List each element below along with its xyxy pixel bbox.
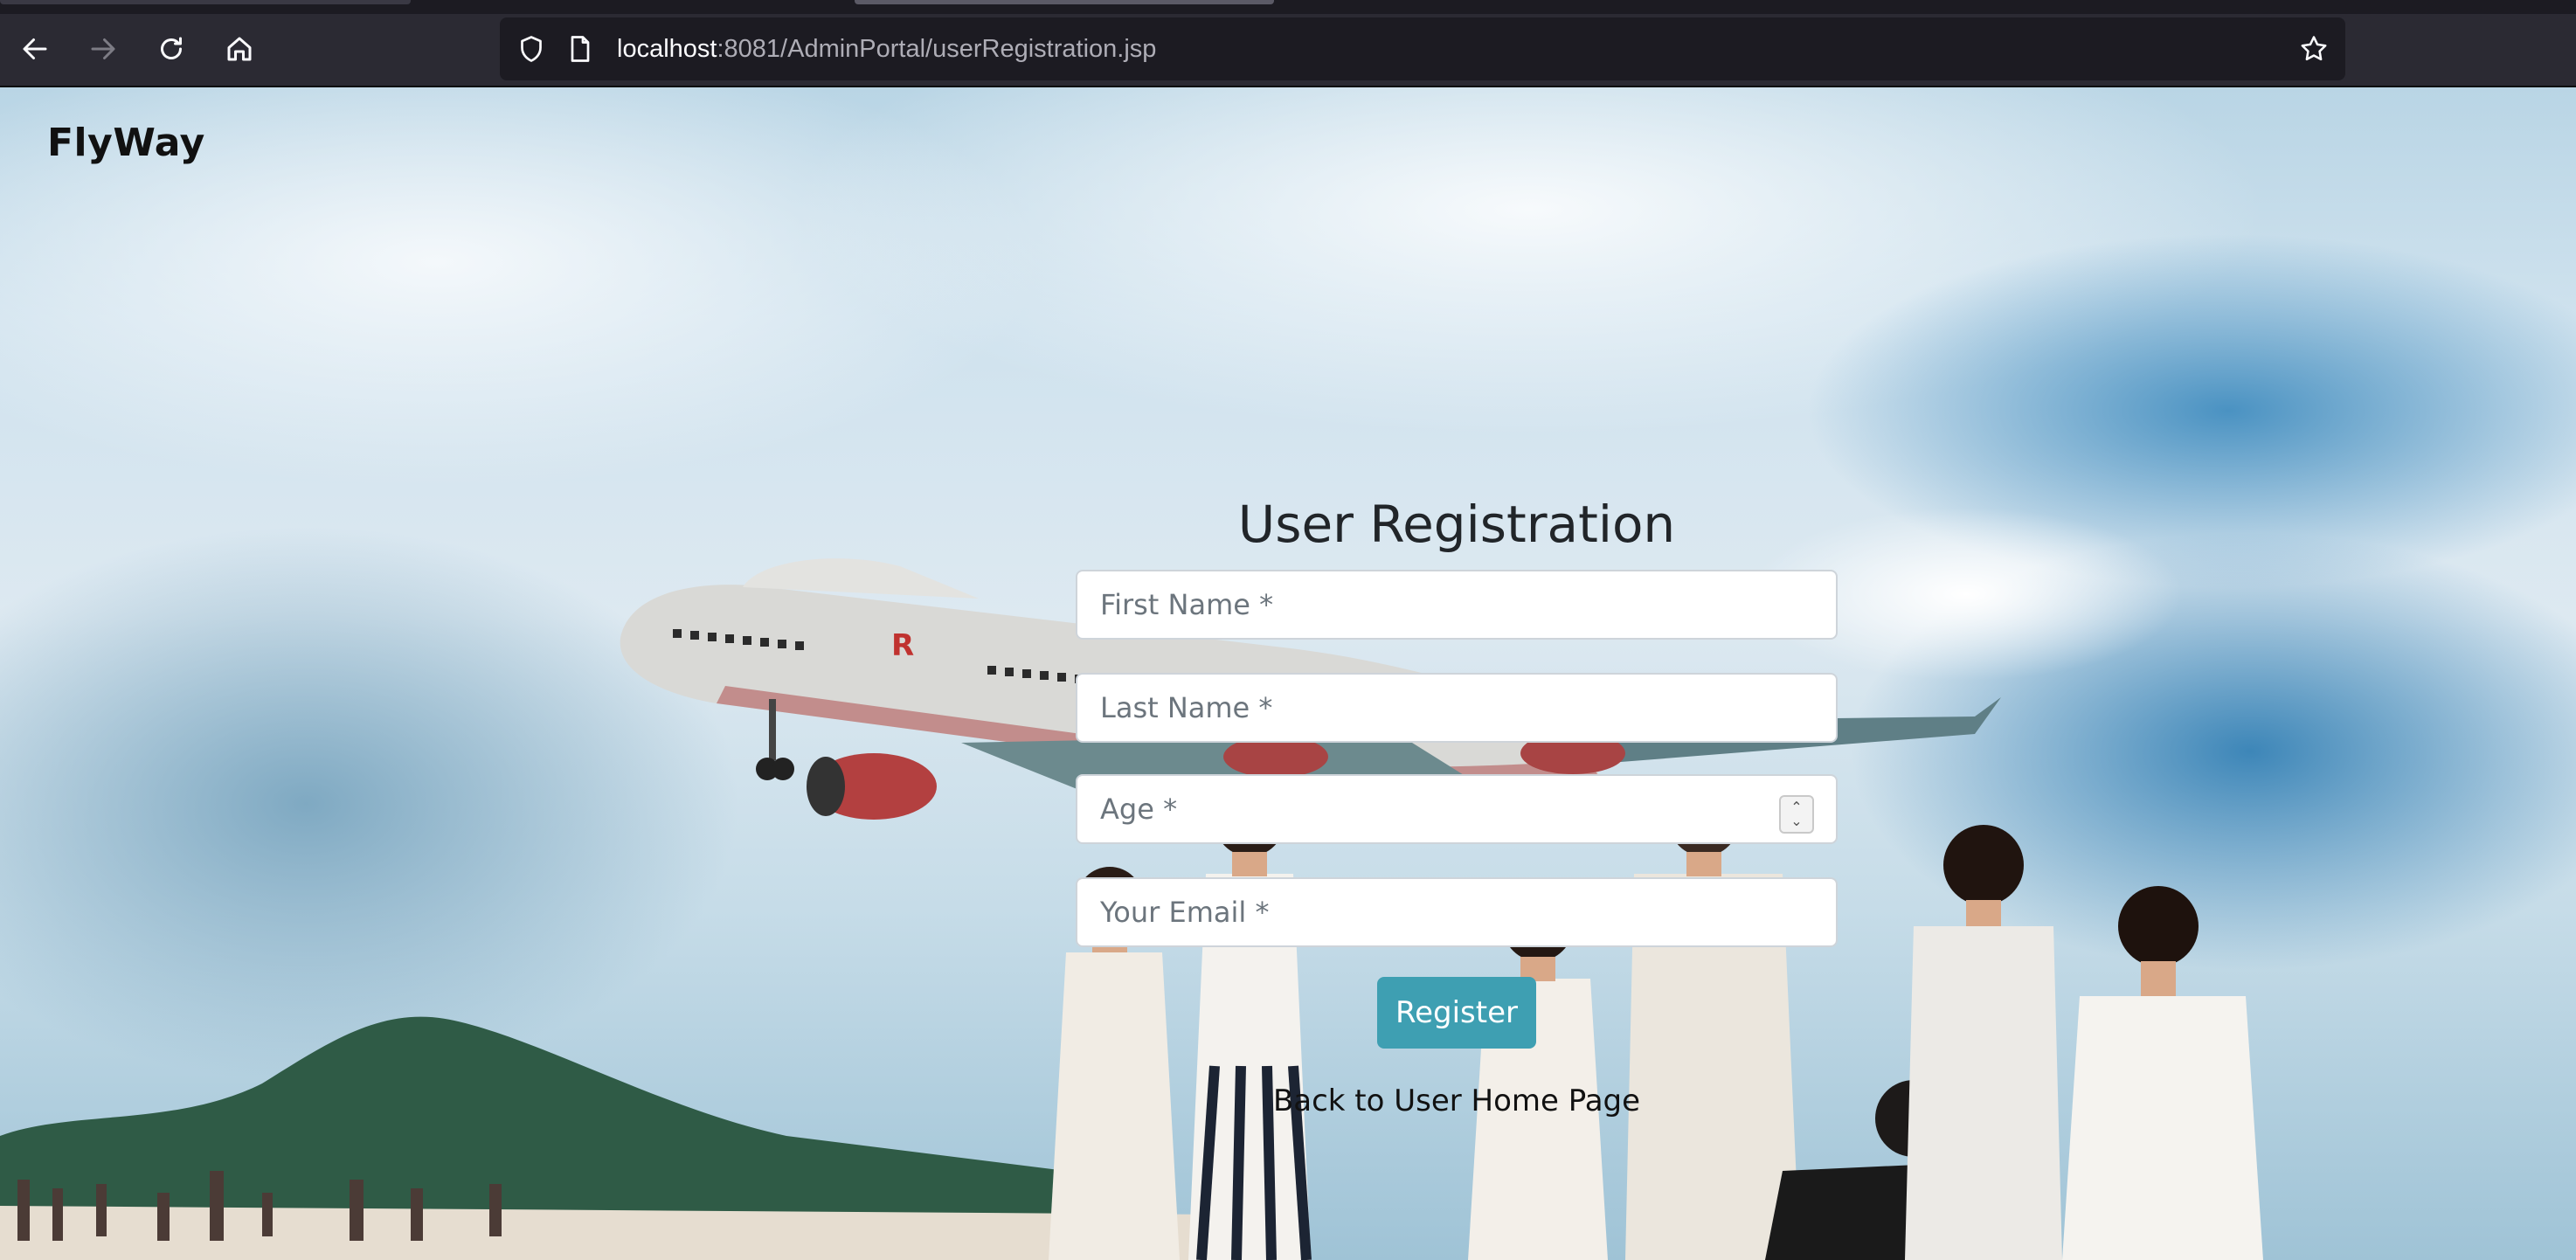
age-stepper[interactable]: ⌃ ⌄ (1779, 795, 1814, 834)
back-button[interactable] (12, 26, 58, 72)
page-icon[interactable] (564, 33, 596, 65)
last-name-input[interactable] (1076, 673, 1838, 743)
home-button[interactable] (217, 26, 262, 72)
site-brand-logo[interactable]: FlyWay (47, 121, 205, 165)
url-path: :8081/AdminPortal/userRegistration.jsp (717, 35, 1157, 63)
form-title: User Registration (1237, 495, 1676, 554)
register-button[interactable]: Register (1377, 977, 1536, 1049)
url-text[interactable]: localhost:8081/AdminPortal/userRegistrat… (617, 32, 1156, 66)
back-arrow-icon (23, 38, 47, 59)
star-icon[interactable] (2298, 33, 2330, 65)
svg-text:R: R (891, 628, 914, 663)
shield-icon[interactable] (516, 33, 547, 65)
forward-arrow-icon (91, 38, 115, 59)
chevron-down-icon[interactable]: ⌄ (1790, 814, 1802, 828)
tab-active[interactable] (855, 0, 1274, 4)
browser-toolbar: localhost:8081/AdminPortal/userRegistrat… (0, 14, 2576, 87)
email-input[interactable] (1076, 877, 1838, 947)
tab[interactable] (0, 0, 411, 4)
page-background: R FlyWay User Registration First Name * … (0, 87, 2576, 1260)
tab-strip (0, 0, 2576, 14)
back-to-home-link[interactable]: Back to User Home Page (1077, 1083, 1837, 1118)
first-name-input[interactable] (1076, 570, 1838, 640)
forward-button[interactable] (80, 26, 126, 72)
reload-button[interactable] (149, 26, 194, 72)
home-icon (227, 37, 252, 61)
reload-icon (161, 37, 182, 59)
url-host: localhost (617, 35, 717, 63)
url-bar[interactable]: localhost:8081/AdminPortal/userRegistrat… (500, 17, 2345, 80)
age-input[interactable] (1076, 774, 1838, 844)
